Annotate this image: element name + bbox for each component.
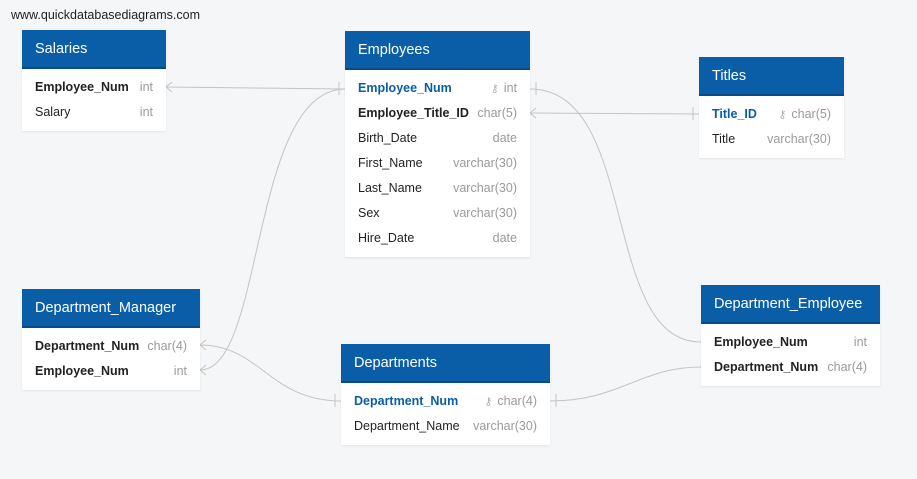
column-type: date: [492, 131, 517, 145]
column-row[interactable]: Employee_Title_ID char(5): [345, 101, 530, 126]
column-row[interactable]: Hire_Date date: [345, 226, 530, 251]
column-row[interactable]: Employee_Num int: [22, 75, 166, 100]
table-titles[interactable]: Titles Title_ID ⚷ char(5) Title varchar(3…: [699, 57, 844, 158]
column-name: Sex: [358, 206, 380, 220]
column-type: char(5): [477, 106, 517, 120]
diagram-canvas[interactable]: www.quickdatabasediagrams.com Salaries E…: [0, 0, 917, 479]
table-header[interactable]: Department_Manager: [22, 289, 200, 328]
crowfoot-deptmanager-emp: [199, 364, 207, 376]
column-name: Title: [712, 132, 736, 146]
link-salaries-employees: [165, 86, 346, 90]
column-row[interactable]: Salary int: [22, 100, 166, 125]
column-type: int: [139, 105, 153, 119]
table-departments[interactable]: Departments Department_Num ⚷ char(4) Depa…: [341, 344, 550, 445]
column-name: Employee_Num: [358, 81, 452, 95]
table-department-manager[interactable]: Department_Manager Department_Num char(4…: [22, 289, 200, 390]
column-type: varchar(30): [453, 181, 517, 195]
column-row[interactable]: Employee_Num ⚷ int: [345, 76, 530, 101]
table-header[interactable]: Departments: [341, 344, 550, 383]
column-row[interactable]: Employee_Num int: [701, 330, 880, 355]
column-name: Title_ID: [712, 107, 757, 121]
column-row[interactable]: Last_Name varchar(30): [345, 176, 530, 201]
table-salaries[interactable]: Salaries Employee_Num int Salary int: [22, 30, 166, 131]
table-header[interactable]: Salaries: [22, 30, 166, 69]
link-deptemployee-departments: [549, 366, 702, 402]
crowfoot-salaries: [165, 81, 173, 93]
column-type: date: [492, 231, 517, 245]
column-row[interactable]: Department_Num char(4): [22, 334, 200, 359]
column-name: Salary: [35, 105, 71, 119]
table-header[interactable]: Department_Employee: [701, 285, 880, 324]
link-deptmanager-departments: [199, 344, 342, 402]
column-row[interactable]: Department_Name varchar(30): [341, 414, 550, 439]
column-row[interactable]: Sex varchar(30): [345, 201, 530, 226]
key-icon: ⚷: [484, 396, 493, 408]
column-name: Employee_Num: [714, 335, 808, 349]
column-row[interactable]: First_Name varchar(30): [345, 151, 530, 176]
column-name: Department_Num: [354, 394, 459, 408]
column-name: Department_Num: [35, 339, 140, 353]
watermark: www.quickdatabasediagrams.com: [11, 8, 200, 22]
table-header[interactable]: Titles: [699, 57, 844, 96]
column-type: varchar(30): [473, 419, 537, 433]
table-department-employee[interactable]: Department_Employee Employee_Num int Dep…: [701, 285, 880, 386]
column-type: varchar(30): [767, 132, 831, 146]
column-type: char(4): [147, 339, 187, 353]
column-name: Department_Name: [354, 419, 460, 433]
column-type: char(4): [827, 360, 867, 374]
column-name: Birth_Date: [358, 131, 418, 145]
key-icon: ⚷: [778, 109, 787, 121]
crowfoot-deptmanager-dept: [199, 339, 207, 351]
column-row[interactable]: Department_Num char(4): [701, 355, 880, 380]
key-icon: ⚷: [490, 83, 499, 95]
column-name: Department_Num: [714, 360, 819, 374]
column-name: Employee_Title_ID: [358, 106, 469, 120]
column-type: char(5): [791, 107, 831, 121]
column-name: Last_Name: [358, 181, 422, 195]
table-header[interactable]: Employees: [345, 31, 530, 70]
column-name: First_Name: [358, 156, 423, 170]
column-type: int: [139, 80, 153, 94]
crowfoot-employees-title: [529, 107, 537, 119]
column-name: Employee_Num: [35, 364, 129, 378]
link-deptemployee-employees: [529, 88, 702, 343]
column-type: int: [173, 364, 187, 378]
column-type: varchar(30): [453, 206, 517, 220]
column-type: int: [503, 81, 517, 95]
column-type: char(4): [497, 394, 537, 408]
column-row[interactable]: Title varchar(30): [699, 127, 844, 152]
column-row[interactable]: Title_ID ⚷ char(5): [699, 102, 844, 127]
column-row[interactable]: Birth_Date date: [345, 126, 530, 151]
column-type: varchar(30): [453, 156, 517, 170]
column-name: Employee_Num: [35, 80, 129, 94]
link-deptmanager-employees: [199, 88, 346, 371]
link-employees-titles: [529, 112, 700, 115]
column-type: int: [853, 335, 867, 349]
column-row[interactable]: Employee_Num int: [22, 359, 200, 384]
column-name: Hire_Date: [358, 231, 415, 245]
column-row[interactable]: Department_Num ⚷ char(4): [341, 389, 550, 414]
table-employees[interactable]: Employees Employee_Num ⚷ int Employee_Tit…: [345, 31, 530, 257]
